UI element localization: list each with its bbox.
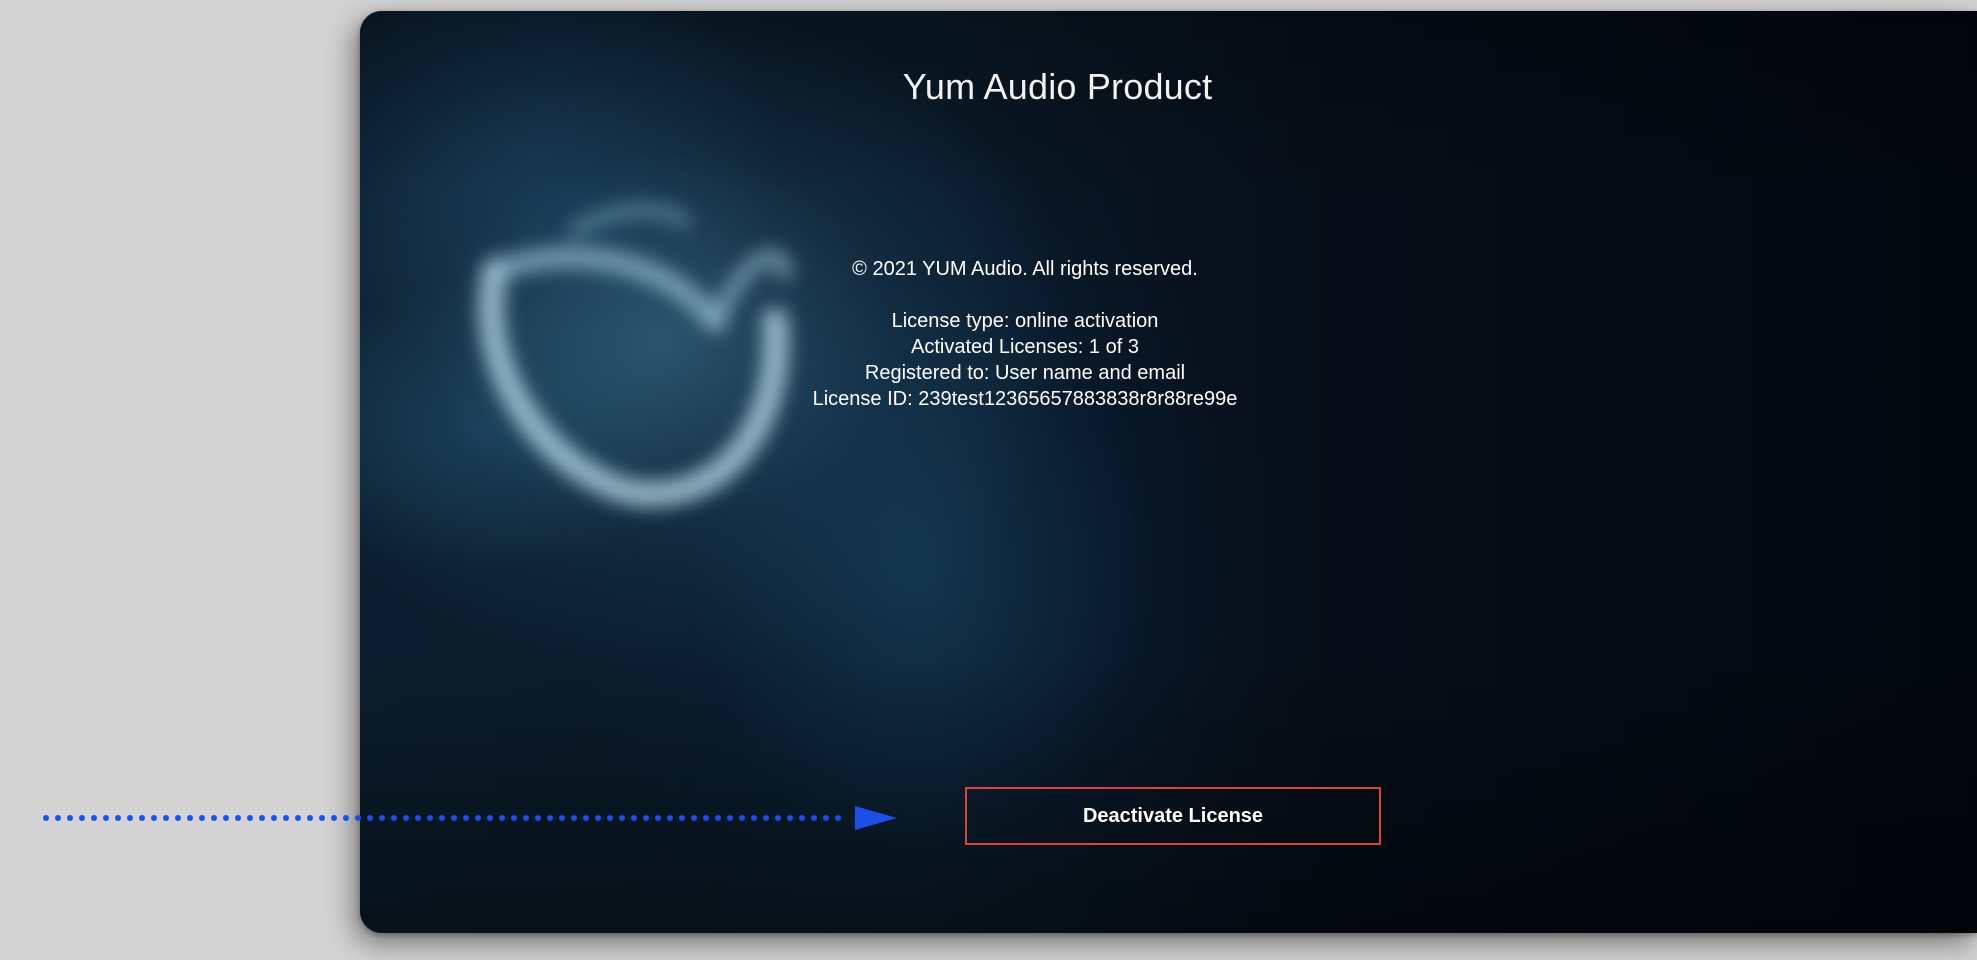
license-info: © 2021 YUM Audio. All rights reserved. L…	[760, 256, 1290, 412]
plugin-about-window: Yum Audio Product © 2021 YUM Audio. All …	[360, 11, 1977, 933]
deactivate-license-button[interactable]: Deactivate License	[965, 787, 1381, 845]
license-id-text: License ID: 239test12365657883838r8r88re…	[812, 388, 1238, 410]
license-type-text: License type: online activation	[891, 310, 1159, 332]
screenshot-stage: Yum Audio Product © 2021 YUM Audio. All …	[0, 0, 1977, 960]
dotted-arrow-icon	[43, 806, 897, 830]
window-title: Yum Audio Product	[902, 66, 1213, 107]
registered-to-text: Registered to: User name and email	[864, 362, 1186, 384]
about-content: Yum Audio Product © 2021 YUM Audio. All …	[360, 11, 1977, 933]
copyright-text: © 2021 YUM Audio. All rights reserved.	[852, 258, 1198, 280]
activated-licenses-text: Activated Licenses: 1 of 3	[911, 336, 1139, 358]
